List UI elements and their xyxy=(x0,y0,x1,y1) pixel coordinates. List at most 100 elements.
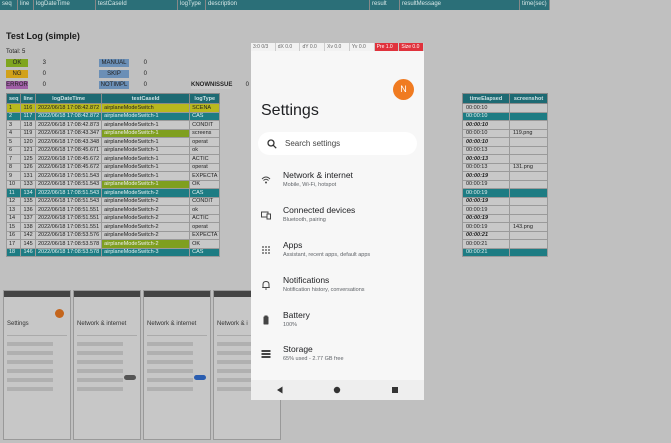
table-row: 2 117 2022/06/18 17:08:42.872 airplaneModeS… xyxy=(5,111,221,121)
status-segment: Yv 0.0 xyxy=(350,43,375,51)
cell-seq: 4 xyxy=(5,128,22,138)
cell-seq: 15 xyxy=(5,222,22,232)
cell-line: 126 xyxy=(20,162,36,172)
table-row: 00:00:21 xyxy=(462,247,548,257)
cell-screenshot xyxy=(509,205,548,215)
cell-line: 134 xyxy=(20,188,36,198)
table-row: 6 121 2022/06/18 17:08:45.671 airplaneModeS… xyxy=(5,145,221,155)
cell-seq: 17 xyxy=(5,239,22,249)
header-col: testCaseId xyxy=(96,0,178,10)
cell-seq: 11 xyxy=(5,188,22,198)
page-title: Settings xyxy=(261,102,319,119)
table-row: 00:00:13 xyxy=(462,154,548,164)
home-button[interactable] xyxy=(328,384,346,396)
screenshot-thumbnail[interactable]: Network & internet xyxy=(73,290,141,440)
screenshot-thumbnail[interactable]: Network & internet xyxy=(143,290,211,440)
cell-testcaseid: airplaneModeSwitch-2 xyxy=(101,230,191,240)
cell-testcaseid: airplaneModeSwitch-2 xyxy=(101,196,191,206)
cell-screenshot xyxy=(509,103,548,113)
summary-error: ERROR 0 xyxy=(6,81,46,89)
cell-screenshot xyxy=(509,239,548,249)
settings-item-network[interactable]: Network & internet Mobile, Wi-Fi, hotspo… xyxy=(251,167,424,201)
settings-item-title: Apps xyxy=(283,240,303,250)
settings-item-storage[interactable]: Storage 65% used - 2.77 GB free xyxy=(251,341,424,375)
search-icon xyxy=(267,138,277,149)
table-row: 13 136 2022/06/18 17:08:51.551 airplaneMode… xyxy=(5,205,221,215)
settings-item-subtitle: Assistant, recent apps, default apps xyxy=(283,252,371,258)
summary-skip: SKIP 0 xyxy=(99,70,147,78)
cell-datetime: 2022/06/18 17:08:43.348 xyxy=(34,137,103,147)
cell-timeelapsed: 00:00:13 xyxy=(462,145,510,155)
cell-screenshot[interactable]: 119.png xyxy=(509,128,548,138)
col-header: logDateTime xyxy=(34,93,103,104)
header-col: logDateTime xyxy=(34,0,96,10)
cell-screenshot xyxy=(509,154,548,164)
summary-count: 0 xyxy=(143,60,147,66)
thumbnail-title: Network & internet xyxy=(147,321,197,327)
summary-count: 0 xyxy=(42,82,46,88)
settings-item-apps[interactable]: Apps Assistant, recent apps, default app… xyxy=(251,237,424,271)
account-avatar-button[interactable]: N xyxy=(393,79,414,100)
summary-tag: MANUAL xyxy=(99,59,129,67)
settings-item-subtitle: 100% xyxy=(283,322,298,328)
cell-timeelapsed: 00:00:13 xyxy=(462,162,510,172)
cell-seq: 1 xyxy=(5,103,22,113)
table-row: 00:00:21 xyxy=(462,230,548,240)
cell-screenshot[interactable]: 143.png xyxy=(509,222,548,232)
cell-logtype: operat xyxy=(189,162,221,172)
cell-logtype: EXPECTA xyxy=(189,230,221,240)
cell-datetime: 2022/06/18 17:08:53.576 xyxy=(34,230,103,240)
cell-timeelapsed: 00:00:21 xyxy=(462,230,510,240)
search-placeholder: Search settings xyxy=(285,139,341,148)
col-header: seq xyxy=(5,93,22,104)
recents-button[interactable] xyxy=(386,384,404,396)
cell-logtype: SCENA xyxy=(189,103,221,113)
search-settings-bar[interactable]: Search settings xyxy=(258,132,417,155)
thumbnail-title: Settings xyxy=(7,321,29,327)
back-icon xyxy=(276,386,283,394)
cell-testcaseid: airplaneModeSwitch-1 xyxy=(101,179,191,189)
cell-logtype: ok xyxy=(189,145,221,155)
cell-line: 137 xyxy=(20,213,36,223)
cell-screenshot[interactable]: 131.png xyxy=(509,162,548,172)
back-button[interactable] xyxy=(271,384,289,396)
status-segment: Size 0.0 xyxy=(399,43,424,51)
summary-count: 3 xyxy=(42,60,46,66)
navigation-bar xyxy=(251,380,424,400)
table-row: 00:00:10 xyxy=(462,111,548,121)
screenshot-thumbnails: Settings Network & internet Network & in… xyxy=(3,290,281,440)
log-table: seq line logDateTime testCaseId logType … xyxy=(5,93,221,257)
settings-item-notifications[interactable]: Notifications Notification history, conv… xyxy=(251,272,424,306)
table-row: 1 116 2022/06/18 17:08:42.872 airplaneModeS… xyxy=(5,103,221,113)
recents-icon xyxy=(392,387,399,393)
summary-count: 0 xyxy=(42,71,46,77)
table-row: 5 120 2022/06/18 17:08:43.348 airplaneModeS… xyxy=(5,137,221,147)
home-icon xyxy=(334,386,341,394)
cell-screenshot xyxy=(509,230,548,240)
cell-logtype: OK xyxy=(189,179,221,189)
col-header: screenshot xyxy=(509,93,548,104)
summary-count: 0 xyxy=(143,82,147,88)
cell-seq: 18 xyxy=(5,247,22,257)
cell-testcaseid: airplaneModeSwitch-2 xyxy=(101,213,191,223)
screenshot-thumbnail[interactable]: Settings xyxy=(3,290,71,440)
cell-testcaseid: airplaneModeSwitch-3 xyxy=(101,247,191,257)
report-header-row: seq line logDateTime testCaseId logType … xyxy=(0,0,550,10)
cell-line: 125 xyxy=(20,154,36,164)
settings-item-connected-devices[interactable]: Connected devices Bluetooth, pairing xyxy=(251,202,424,236)
cell-seq: 8 xyxy=(5,162,22,172)
settings-item-battery[interactable]: Battery 100% xyxy=(251,307,424,341)
cell-timeelapsed: 00:00:10 xyxy=(462,103,510,113)
toggle xyxy=(194,375,206,380)
cell-seq: 12 xyxy=(5,196,22,206)
cell-screenshot xyxy=(509,137,548,147)
cell-logtype: CAS xyxy=(189,247,221,257)
status-bar: 3:0 0/3 dX 0.0 dY 0.0 Xv 0.0 Yv 0.0 Pre … xyxy=(251,43,424,51)
summary-count: 0 xyxy=(143,71,147,77)
settings-item-subtitle: Notification history, conversations xyxy=(283,287,365,293)
header-col: resultMessage xyxy=(400,0,520,10)
cell-timeelapsed: 00:00:10 xyxy=(462,120,510,130)
cell-timeelapsed: 00:00:19 xyxy=(462,205,510,215)
cell-testcaseid: airplaneModeSwitch-1 xyxy=(101,162,191,172)
report-title: Test Log (simple) xyxy=(6,31,80,41)
